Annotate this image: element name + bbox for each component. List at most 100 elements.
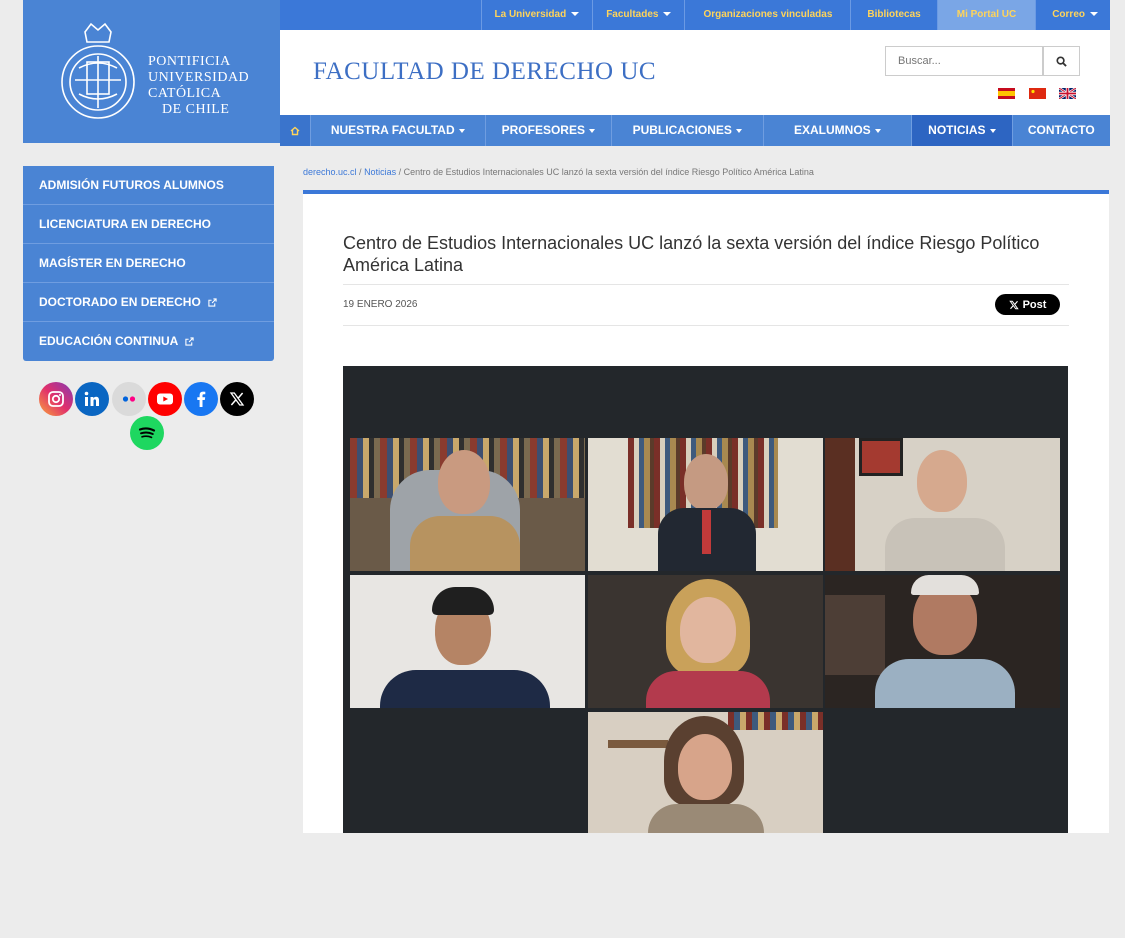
sidebar-item-magister[interactable]: MAGÍSTER EN DERECHO (23, 244, 274, 283)
search-button[interactable] (1043, 46, 1080, 76)
x-icon (1008, 300, 1019, 309)
chevron-down-icon (588, 128, 595, 133)
picture-frame (859, 438, 903, 476)
top-link-label: Organizaciones vinculadas (703, 9, 833, 20)
article-photo[interactable] (343, 366, 1068, 833)
x-post-label: Post (1022, 298, 1047, 311)
spotify-icon[interactable] (130, 416, 164, 450)
nav-label: PROFESORES (501, 123, 585, 137)
participant-shirt (648, 804, 764, 833)
video-call-tile (588, 575, 823, 708)
top-link-bibliotecas[interactable]: Bibliotecas (850, 0, 936, 30)
logo-line-4: DE CHILE (162, 102, 230, 117)
x-icon[interactable] (220, 382, 254, 416)
uk-flag-icon[interactable] (1059, 88, 1076, 99)
sidebar-item-doctorado[interactable]: DOCTORADO EN DERECHO (23, 283, 274, 322)
top-link-label: Facultades (606, 9, 659, 20)
logo-line-2: UNIVERSIDAD (148, 70, 250, 85)
chevron-down-icon (1090, 12, 1098, 17)
nav-noticias[interactable]: NOTICIAS (911, 115, 1012, 146)
sidebar-item-licenciatura[interactable]: LICENCIATURA EN DERECHO (23, 205, 274, 244)
spain-flag-icon[interactable] (998, 88, 1015, 99)
top-link-label: Mi Portal UC (956, 9, 1017, 20)
home-icon (290, 126, 300, 136)
participant-scarf (646, 671, 770, 708)
site-header: FACULTAD DE DERECHO UC (280, 30, 1110, 115)
top-link-correo[interactable]: Correo (1035, 0, 1110, 30)
logo-line-1: PONTIFICIA (148, 54, 231, 69)
participant-face (678, 734, 732, 800)
sidebar-item-label: DOCTORADO EN DERECHO (39, 295, 201, 309)
video-call-tile (825, 438, 1060, 571)
facebook-icon[interactable] (184, 382, 218, 416)
chevron-down-icon (663, 12, 672, 17)
chevron-down-icon (458, 128, 465, 133)
nav-label: PUBLICACIONES (632, 123, 732, 137)
article-date: 19 ENERO 2026 (343, 299, 418, 310)
nav-exalumnos[interactable]: EXALUMNOS (762, 115, 912, 146)
nav-nuestra-facultad[interactable]: NUESTRA FACULTAD (309, 115, 485, 146)
main-navigation: NUESTRA FACULTAD PROFESORES PUBLICACIONE… (280, 115, 1110, 146)
video-call-tile (350, 438, 585, 571)
participant-tie (702, 510, 711, 554)
search-input[interactable] (885, 46, 1043, 76)
top-link-label: La Universidad (494, 9, 567, 20)
chevron-down-icon (989, 128, 996, 133)
spotify-glyph-icon (138, 427, 156, 439)
sidebar-item-admision[interactable]: ADMISIÓN FUTUROS ALUMNOS (23, 166, 274, 205)
participant-face (680, 597, 736, 663)
sidebar-item-educacion-continua[interactable]: EDUCACIÓN CONTINUA (23, 322, 274, 361)
nav-contacto[interactable]: CONTACTO (1011, 115, 1110, 146)
participant-suit (380, 670, 550, 708)
china-flag-icon[interactable] (1029, 88, 1046, 99)
breadcrumb-section-link[interactable]: Noticias (364, 167, 396, 177)
participant-hair (911, 575, 979, 595)
participant-shirt (885, 518, 1005, 571)
sidebar: ADMISIÓN FUTUROS ALUMNOS LICENCIATURA EN… (23, 166, 274, 361)
participant-face (917, 450, 967, 512)
facebook-glyph-icon (197, 391, 206, 407)
flickr-glyph-icon (122, 396, 136, 402)
linkedin-glyph-icon (84, 391, 99, 406)
site-title[interactable]: FACULTAD DE DERECHO UC (313, 58, 656, 86)
flickr-icon[interactable] (112, 382, 146, 416)
top-link-facultades[interactable]: Facultades (592, 0, 684, 30)
breadcrumb: derecho.uc.cl / Noticias / Centro de Est… (303, 167, 814, 177)
sidebar-item-label: ADMISIÓN FUTUROS ALUMNOS (39, 178, 224, 192)
top-link-la-universidad[interactable]: La Universidad (480, 0, 593, 30)
chevron-down-icon (571, 12, 580, 17)
logo-line-3: CATÓLICA (148, 86, 222, 101)
article-card: Centro de Estudios Internacionales UC la… (303, 190, 1109, 833)
top-link-mi-portal-uc[interactable]: Mi Portal UC (936, 0, 1036, 30)
sidebar-item-label: EDUCACIÓN CONTINUA (39, 334, 178, 348)
video-call-tile (825, 575, 1060, 708)
nav-label: CONTACTO (1027, 123, 1095, 137)
video-call-tile (588, 438, 823, 571)
youtube-glyph-icon (157, 393, 173, 405)
nav-publicaciones[interactable]: PUBLICACIONES (611, 115, 763, 146)
university-logo[interactable]: PONTIFICIA UNIVERSIDAD CATÓLICA DE CHILE (23, 0, 280, 143)
university-crest-icon (61, 22, 135, 119)
participant-face (684, 454, 728, 510)
article-title: Centro de Estudios Internacionales UC la… (343, 233, 1040, 275)
participant-jacket (410, 516, 520, 571)
external-link-icon (185, 337, 194, 346)
nav-label: EXALUMNOS (794, 123, 871, 137)
youtube-icon[interactable] (148, 382, 182, 416)
external-link-icon (208, 298, 217, 307)
nav-label: NUESTRA FACULTAD (330, 123, 455, 137)
chevron-down-icon (735, 128, 742, 133)
chevron-down-icon (874, 128, 881, 133)
instagram-icon[interactable] (39, 382, 73, 416)
breadcrumb-home-link[interactable]: derecho.uc.cl (303, 167, 357, 177)
participant-face (438, 450, 490, 514)
linkedin-icon[interactable] (75, 382, 109, 416)
x-post-button[interactable]: Post (995, 294, 1060, 315)
nav-label: NOTICIAS (928, 123, 986, 137)
top-link-organizaciones[interactable]: Organizaciones vinculadas (684, 0, 850, 30)
participant-shirt (875, 659, 1015, 708)
nav-home[interactable] (280, 115, 310, 146)
background-decor (825, 595, 885, 675)
nav-profesores[interactable]: PROFESORES (484, 115, 611, 146)
video-call-tile (350, 575, 585, 708)
